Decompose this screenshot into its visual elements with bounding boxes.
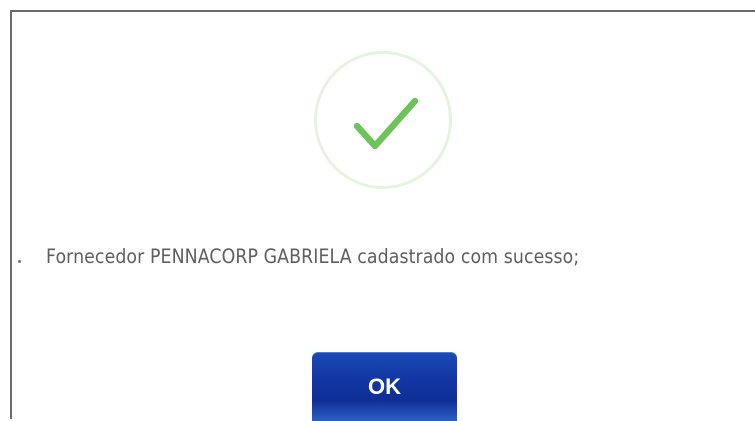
checkmark-icon [353, 97, 419, 150]
success-message: Fornecedor PENNACORP GABRIELA cadastrado… [46, 245, 580, 268]
message-list-item: Fornecedor PENNACORP GABRIELA cadastrado… [18, 240, 755, 280]
bullet-icon [18, 260, 21, 263]
success-dialog: Fornecedor PENNACORP GABRIELA cadastrado… [10, 10, 755, 421]
ok-button[interactable]: OK [312, 352, 457, 421]
success-checkmark-icon [314, 51, 452, 189]
